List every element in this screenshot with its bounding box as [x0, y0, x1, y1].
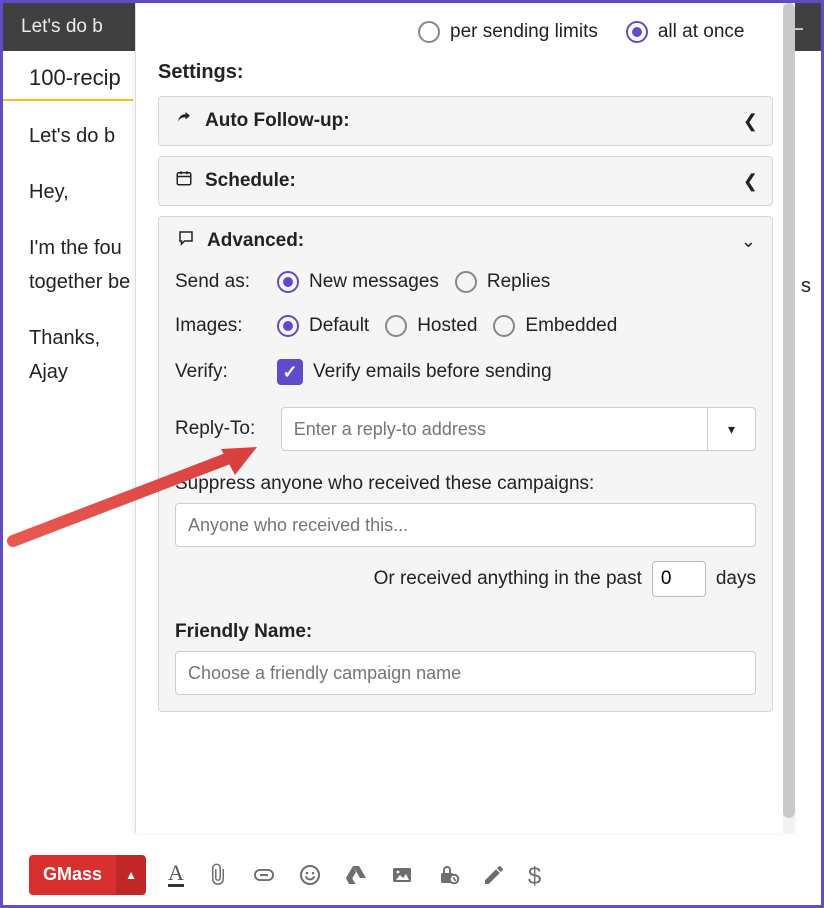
- accordion-label: Schedule:: [205, 170, 296, 192]
- compose-title: Let's do b: [21, 16, 103, 38]
- link-icon[interactable]: [252, 863, 276, 887]
- option-label: all at once: [658, 21, 745, 43]
- confidential-icon[interactable]: [436, 863, 460, 887]
- pen-icon[interactable]: [482, 863, 506, 887]
- days-prefix: Or received anything in the past: [374, 568, 642, 590]
- days-line: Or received anything in the past days: [175, 561, 756, 597]
- sending-mode-options: per sending limits all at once: [158, 17, 773, 51]
- chevron-left-icon: ❮: [743, 171, 758, 192]
- option-label: Default: [309, 315, 369, 337]
- reply-to-combobox[interactable]: ▾: [281, 407, 756, 451]
- settings-panel: per sending limits all at once Settings:…: [135, 3, 795, 833]
- send-as-replies[interactable]: Replies: [455, 271, 550, 293]
- radio-icon: [385, 315, 407, 337]
- chevron-down-icon: ▾: [728, 421, 735, 438]
- option-label: Hosted: [417, 315, 477, 337]
- image-icon[interactable]: [390, 863, 414, 887]
- drive-icon[interactable]: [344, 863, 368, 887]
- overflow-char: s: [801, 275, 811, 298]
- reply-to-dropdown-button[interactable]: ▾: [707, 408, 755, 450]
- per-sending-limits-option[interactable]: per sending limits: [418, 21, 598, 43]
- row-label: Send as:: [175, 271, 261, 293]
- checkbox-checked-icon: ✓: [277, 359, 303, 385]
- format-text-icon[interactable]: A: [168, 862, 184, 887]
- row-label: Reply-To:: [175, 418, 259, 440]
- option-label: Embedded: [525, 315, 617, 337]
- gmass-dropdown-button[interactable]: ▲: [116, 855, 146, 895]
- schedule-accordion[interactable]: Schedule: ❮: [158, 156, 773, 206]
- share-arrow-icon: [173, 109, 195, 133]
- scrollbar-thumb[interactable]: [783, 3, 795, 818]
- row-label: Verify:: [175, 361, 261, 383]
- images-row: Images: Default Hosted Embedded: [175, 315, 756, 337]
- send-as-row: Send as: New messages Replies: [175, 271, 756, 293]
- accordion-label: Auto Follow-up:: [205, 110, 350, 132]
- triangle-up-icon: ▲: [125, 868, 137, 882]
- days-input[interactable]: [652, 561, 706, 597]
- option-label: New messages: [309, 271, 439, 293]
- suppress-campaigns-input[interactable]: [175, 503, 756, 547]
- gmass-label: GMass: [29, 855, 116, 895]
- dollar-icon[interactable]: $: [528, 863, 541, 887]
- friendly-name-input[interactable]: [175, 651, 756, 695]
- comment-icon: [175, 229, 197, 253]
- radio-icon: [493, 315, 515, 337]
- send-as-new-messages[interactable]: New messages: [277, 271, 439, 293]
- advanced-accordion: Advanced: ⌄ Send as: New messages Replie…: [158, 216, 773, 712]
- gmass-button[interactable]: GMass ▲: [29, 855, 146, 895]
- verify-checkbox-option[interactable]: ✓ Verify emails before sending: [277, 359, 552, 385]
- radio-icon: [277, 315, 299, 337]
- chevron-left-icon: ❮: [743, 111, 758, 132]
- calendar-icon: [173, 169, 195, 193]
- images-hosted[interactable]: Hosted: [385, 315, 477, 337]
- verify-row: Verify: ✓ Verify emails before sending: [175, 359, 756, 385]
- accordion-label: Advanced:: [207, 230, 304, 252]
- settings-heading: Settings:: [158, 61, 773, 84]
- compose-toolbar: GMass ▲ A $: [3, 843, 821, 905]
- advanced-header[interactable]: Advanced: ⌄: [175, 229, 756, 253]
- reply-to-row: Reply-To: ▾: [175, 407, 756, 451]
- row-label: Images:: [175, 315, 261, 337]
- option-label: Replies: [487, 271, 550, 293]
- reply-to-input[interactable]: [282, 408, 707, 450]
- chevron-down-icon: ⌄: [741, 231, 756, 252]
- days-suffix: days: [716, 568, 756, 590]
- suppress-label: Suppress anyone who received these campa…: [175, 473, 756, 495]
- option-label: Verify emails before sending: [313, 361, 552, 383]
- radio-icon: [418, 21, 440, 43]
- radio-icon: [277, 271, 299, 293]
- option-label: per sending limits: [450, 21, 598, 43]
- images-default[interactable]: Default: [277, 315, 369, 337]
- all-at-once-option[interactable]: all at once: [626, 21, 745, 43]
- images-embedded[interactable]: Embedded: [493, 315, 617, 337]
- friendly-name-label: Friendly Name:: [175, 621, 756, 643]
- auto-followup-accordion[interactable]: Auto Follow-up: ❮: [158, 96, 773, 146]
- attachment-icon[interactable]: [206, 863, 230, 887]
- subject-bar[interactable]: 100-recip: [3, 51, 133, 101]
- radio-icon: [626, 21, 648, 43]
- radio-icon: [455, 271, 477, 293]
- emoji-icon[interactable]: [298, 863, 322, 887]
- scrollbar[interactable]: [783, 3, 795, 833]
